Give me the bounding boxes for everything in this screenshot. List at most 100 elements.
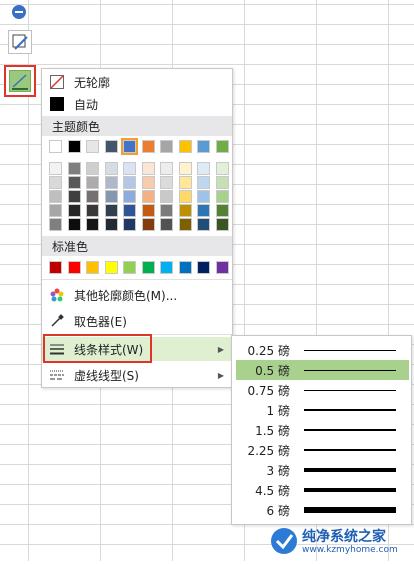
theme-color-swatch[interactable] xyxy=(123,190,136,203)
theme-color-swatch[interactable] xyxy=(67,218,81,231)
theme-color-swatch[interactable] xyxy=(178,176,192,189)
theme-color-swatch[interactable] xyxy=(141,162,155,175)
collapse-icon[interactable] xyxy=(12,5,26,19)
theme-color-swatch[interactable] xyxy=(160,190,173,203)
theme-color-swatch[interactable] xyxy=(86,162,99,175)
section-theme-colors: 主题颜色 xyxy=(42,116,232,136)
theme-color-swatch[interactable] xyxy=(121,138,138,155)
standard-color-swatch[interactable] xyxy=(86,261,99,274)
menu-item-no-outline[interactable]: 无轮廓 xyxy=(42,71,232,93)
theme-color-swatch[interactable] xyxy=(197,218,210,231)
theme-color-swatch[interactable] xyxy=(215,140,229,153)
shape-outline-button[interactable] xyxy=(4,65,36,97)
line-weight-label: 0.25 磅 xyxy=(247,343,290,358)
theme-color-swatch[interactable] xyxy=(178,190,192,203)
theme-color-swatch[interactable] xyxy=(86,176,99,189)
standard-color-swatch[interactable] xyxy=(141,261,155,274)
edit-shape-button[interactable] xyxy=(8,30,32,54)
theme-color-swatch[interactable] xyxy=(104,162,118,175)
theme-color-swatch[interactable] xyxy=(160,140,173,153)
standard-color-swatch[interactable] xyxy=(215,261,229,274)
theme-color-swatch[interactable] xyxy=(160,176,173,189)
line-weight-label: 6 磅 xyxy=(266,503,290,518)
line-weight-option[interactable]: 3 磅 xyxy=(236,460,409,480)
theme-color-swatch[interactable] xyxy=(215,190,229,203)
watermark-url: www.kzmyhome.com xyxy=(302,545,398,555)
line-weight-option[interactable]: 0.75 磅 xyxy=(236,380,409,400)
menu-item-auto[interactable]: 自动 xyxy=(42,93,232,115)
theme-color-swatch[interactable] xyxy=(141,176,155,189)
theme-color-swatch[interactable] xyxy=(215,218,229,231)
theme-color-swatch[interactable] xyxy=(49,204,62,217)
theme-color-swatch[interactable] xyxy=(160,204,173,217)
theme-color-swatch[interactable] xyxy=(141,190,155,203)
theme-color-swatch[interactable] xyxy=(104,218,118,231)
watermark-title: 纯净系统之家 xyxy=(302,529,386,545)
theme-color-swatch[interactable] xyxy=(197,204,210,217)
standard-color-swatch[interactable] xyxy=(67,261,81,274)
theme-color-swatch[interactable] xyxy=(215,162,229,175)
theme-color-swatch[interactable] xyxy=(49,140,62,153)
theme-color-swatch[interactable] xyxy=(160,162,173,175)
theme-color-swatch[interactable] xyxy=(67,140,81,153)
theme-color-swatch[interactable] xyxy=(67,204,81,217)
theme-color-swatch[interactable] xyxy=(104,204,118,217)
theme-color-swatch[interactable] xyxy=(178,204,192,217)
theme-color-swatch[interactable] xyxy=(141,204,155,217)
theme-color-swatch[interactable] xyxy=(197,190,210,203)
menu-item-label: 无轮廓 xyxy=(74,75,111,90)
theme-color-swatch[interactable] xyxy=(104,190,118,203)
line-weight-option[interactable]: 0.5 磅 xyxy=(236,360,409,380)
theme-color-swatch[interactable] xyxy=(104,176,118,189)
theme-color-swatch[interactable] xyxy=(141,140,155,153)
standard-color-swatch[interactable] xyxy=(49,261,62,274)
line-weight-sample xyxy=(304,429,396,431)
theme-color-swatch[interactable] xyxy=(197,140,210,153)
edit-shape-icon xyxy=(12,34,28,50)
menu-item-more-colors[interactable]: 其他轮廓颜色(M)... xyxy=(42,284,232,306)
standard-color-swatch[interactable] xyxy=(197,261,210,274)
theme-color-swatch[interactable] xyxy=(215,204,229,217)
theme-color-swatch[interactable] xyxy=(67,162,81,175)
theme-color-swatch[interactable] xyxy=(49,162,62,175)
menu-item-dash-style[interactable]: 虚线线型(S) ▶ xyxy=(42,364,232,386)
theme-color-swatch[interactable] xyxy=(49,190,62,203)
menu-item-label: 自动 xyxy=(74,97,99,112)
standard-color-swatch[interactable] xyxy=(123,261,136,274)
theme-color-swatch[interactable] xyxy=(49,218,62,231)
line-weight-option[interactable]: 4.5 磅 xyxy=(236,480,409,500)
theme-color-swatch[interactable] xyxy=(123,162,136,175)
line-weight-sample xyxy=(304,349,396,351)
line-weight-label: 2.25 磅 xyxy=(247,443,290,458)
theme-color-swatch[interactable] xyxy=(141,218,155,231)
line-weight-option[interactable]: 2.25 磅 xyxy=(236,440,409,460)
theme-color-swatch[interactable] xyxy=(86,204,99,217)
line-weight-label: 0.75 磅 xyxy=(247,383,290,398)
line-weight-option[interactable]: 1.5 磅 xyxy=(236,420,409,440)
theme-color-swatch[interactable] xyxy=(104,140,118,153)
line-weight-option[interactable]: 0.25 磅 xyxy=(236,340,409,360)
theme-color-swatch[interactable] xyxy=(67,176,81,189)
standard-color-swatch[interactable] xyxy=(104,261,118,274)
no-outline-icon xyxy=(50,75,64,89)
theme-color-swatch[interactable] xyxy=(178,162,192,175)
line-weight-option[interactable]: 6 磅 xyxy=(236,500,409,520)
theme-color-swatch[interactable] xyxy=(197,162,210,175)
standard-color-swatch[interactable] xyxy=(178,261,192,274)
line-weight-option[interactable]: 1 磅 xyxy=(236,400,409,420)
menu-item-eyedropper[interactable]: 取色器(E) xyxy=(42,310,232,332)
theme-color-swatch[interactable] xyxy=(123,176,136,189)
theme-color-swatch[interactable] xyxy=(178,140,192,153)
theme-color-swatch[interactable] xyxy=(123,204,136,217)
theme-color-swatch[interactable] xyxy=(86,218,99,231)
theme-color-swatch[interactable] xyxy=(160,218,173,231)
theme-color-swatch[interactable] xyxy=(86,140,99,153)
theme-color-swatch[interactable] xyxy=(178,218,192,231)
theme-color-swatch[interactable] xyxy=(67,190,81,203)
theme-color-swatch[interactable] xyxy=(86,190,99,203)
theme-color-swatch[interactable] xyxy=(197,176,210,189)
theme-color-swatch[interactable] xyxy=(49,176,62,189)
theme-color-swatch[interactable] xyxy=(215,176,229,189)
standard-color-swatch[interactable] xyxy=(160,261,173,274)
theme-color-swatch[interactable] xyxy=(123,218,136,231)
